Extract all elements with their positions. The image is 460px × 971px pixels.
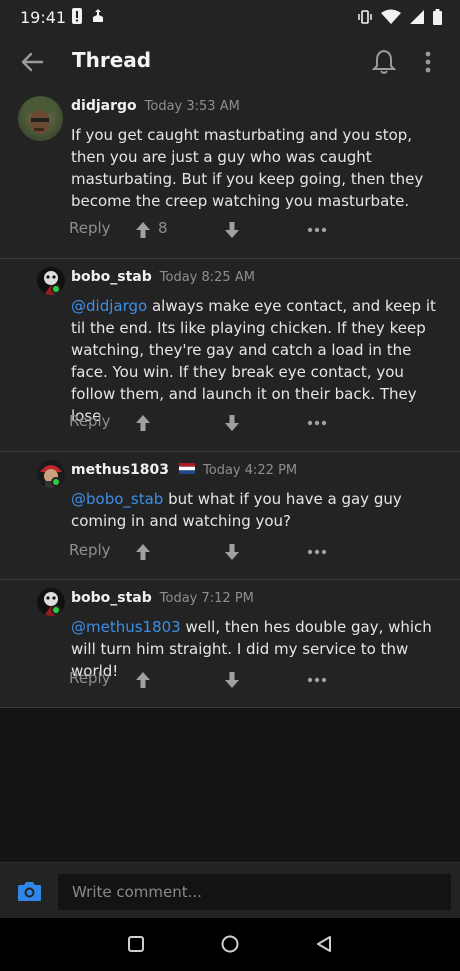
username[interactable]: bobo_stab [71,269,152,285]
mention-link[interactable]: @bobo_stab [71,490,163,508]
upvote-icon[interactable] [135,221,151,239]
app-bar: Thread [0,36,460,88]
more-horiz-icon[interactable] [307,227,327,233]
upvote-icon[interactable] [135,414,151,432]
online-indicator [51,477,61,487]
comment: methus1803 Today 4:22 PM @bobo_stab but … [0,452,460,580]
online-indicator [51,284,61,294]
comment-thread: didjargo Today 3:53 AM If you get caught… [0,88,460,708]
arrow-left-icon[interactable] [18,48,46,76]
downvote-icon[interactable] [224,414,240,432]
more-horiz-icon[interactable] [307,549,327,555]
system-nav-bar [0,918,460,971]
reply-button[interactable]: Reply [69,412,111,430]
home-circle-icon[interactable] [220,934,240,954]
signal-icon [410,10,424,24]
battery-icon [433,9,442,25]
downvote-icon[interactable] [224,221,240,239]
timestamp: Today 4:22 PM [203,463,298,478]
mention-link[interactable]: @didjargo [71,297,147,315]
comment-text: @bobo_stab but what if you have a gay gu… [71,488,446,532]
username[interactable]: didjargo [71,98,137,114]
comment-input[interactable] [58,874,451,910]
mention-link[interactable]: @methus1803 [71,618,181,636]
comment: didjargo Today 3:53 AM If you get caught… [0,88,460,259]
comment-actions: Reply [69,541,339,565]
more-horiz-icon[interactable] [307,677,327,683]
online-indicator [51,605,61,615]
comment-composer [0,862,460,918]
comment-actions: Reply [69,669,339,693]
comment-text: @didjargo always make eye contact, and k… [71,295,446,427]
reply-button[interactable]: Reply [69,669,111,687]
status-bar: 19:41 [0,0,460,36]
upvote-icon[interactable] [135,543,151,561]
more-horiz-icon[interactable] [307,420,327,426]
back-triangle-icon[interactable] [314,934,334,954]
reply-button[interactable]: Reply [69,219,111,237]
timestamp: Today 8:25 AM [159,270,255,285]
reply-button[interactable]: Reply [69,541,111,559]
netherlands-flag-icon [179,463,196,474]
status-time: 19:41 [20,8,67,27]
username[interactable]: bobo_stab [71,590,152,606]
wifi-icon [381,9,401,24]
downvote-icon[interactable] [224,543,240,561]
bell-icon[interactable] [371,48,397,76]
comment-actions: Reply 8 [69,219,339,243]
app-notification-icon [93,9,103,22]
comment: bobo_stab Today 7:12 PM @methus1803 well… [0,580,460,708]
comment-body: If you get caught masturbating and you s… [71,126,424,210]
page-title: Thread [72,48,152,72]
more-vert-icon[interactable] [418,48,438,76]
timestamp: Today 3:53 AM [144,99,240,114]
camera-icon[interactable] [17,880,42,902]
comment-body: always make eye contact, and keep it til… [71,297,436,425]
alert-icon [72,8,82,24]
vote-count: 8 [158,219,168,237]
comment: bobo_stab Today 8:25 AM @didjargo always… [0,259,460,452]
vibrate-icon [358,10,372,24]
recents-square-icon[interactable] [126,934,146,954]
downvote-icon[interactable] [224,671,240,689]
username[interactable]: methus1803 [71,462,169,478]
upvote-icon[interactable] [135,671,151,689]
comment-text: If you get caught masturbating and you s… [71,124,446,212]
comment-actions: Reply [69,412,339,436]
timestamp: Today 7:12 PM [159,591,254,606]
avatar[interactable] [18,96,63,141]
